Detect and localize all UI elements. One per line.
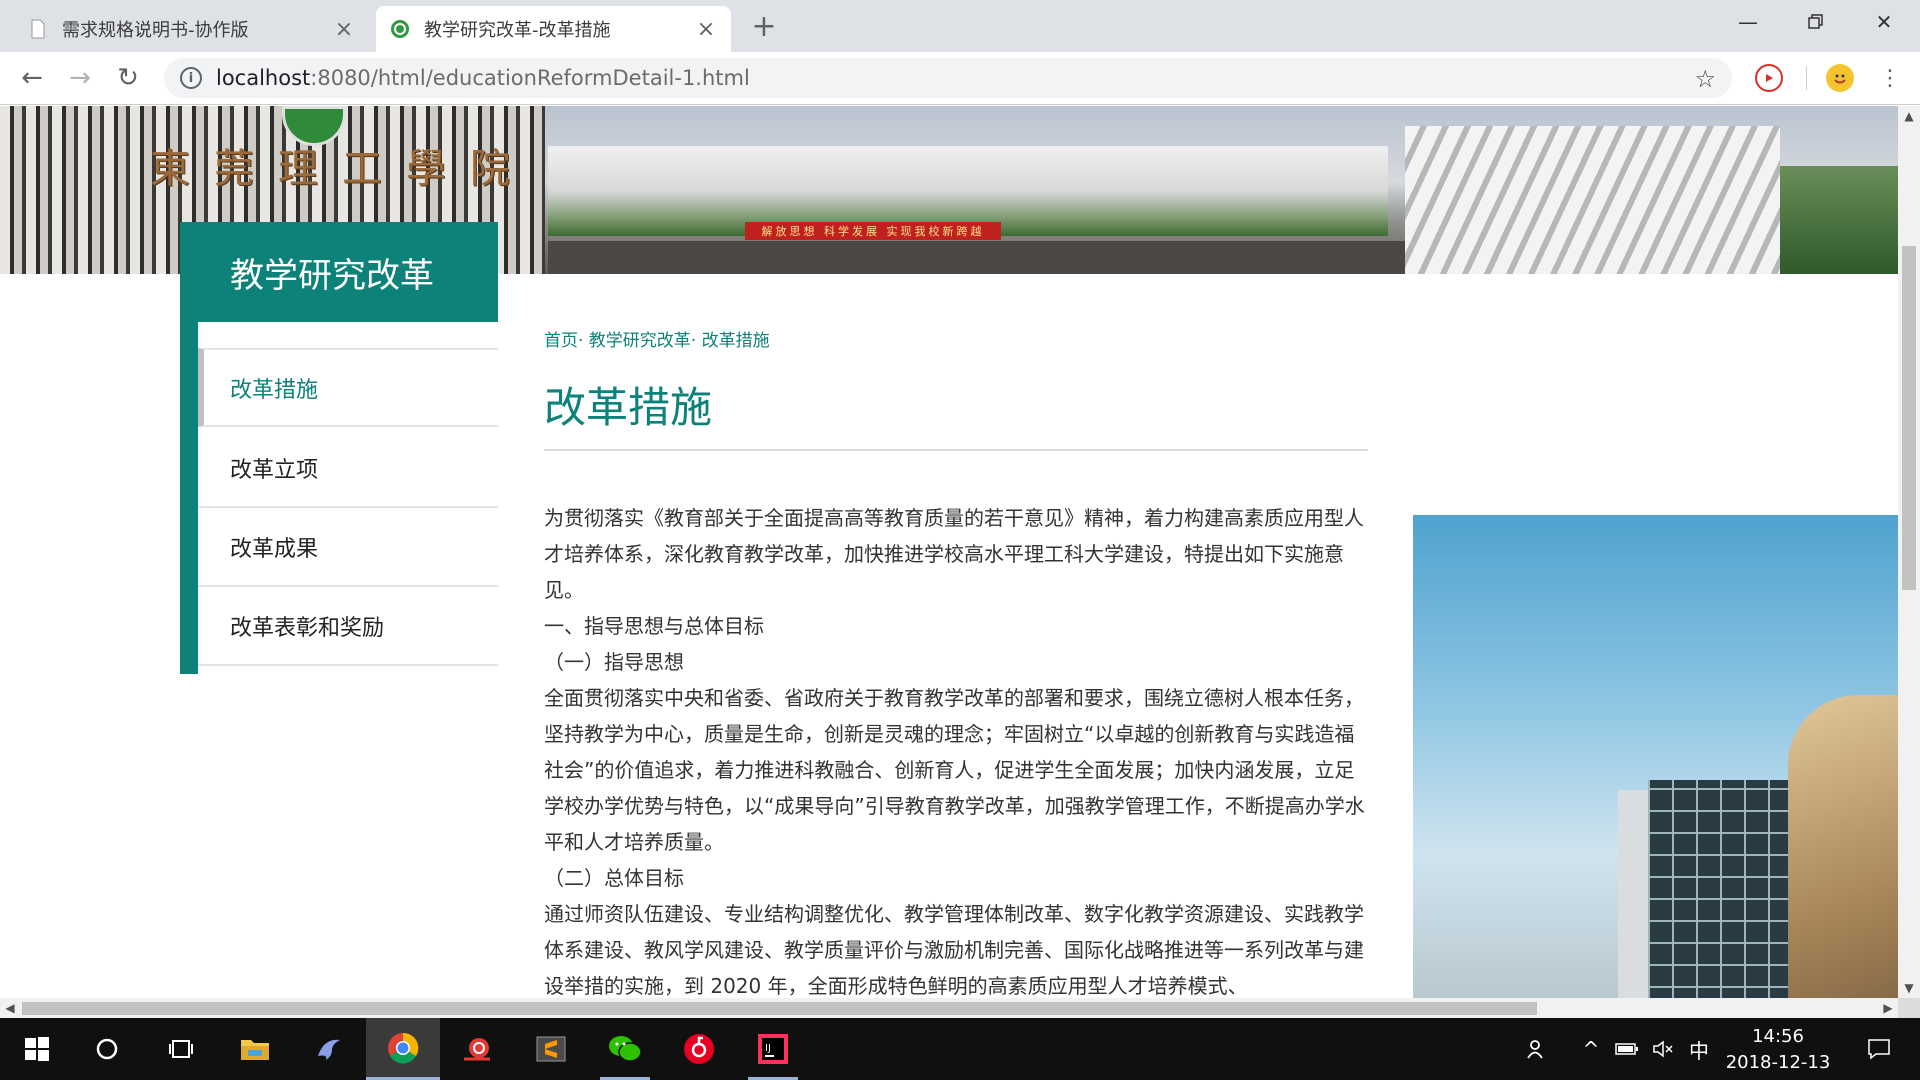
article-paragraph: 为贯彻落实《教育部关于全面提高高等教育质量的若干意见》精神，着力构建高素质应用型… bbox=[544, 506, 1364, 602]
url-host: localhost bbox=[216, 66, 311, 90]
file-explorer-icon bbox=[241, 1040, 269, 1060]
chrome-taskbar-button[interactable] bbox=[366, 1018, 440, 1080]
close-tab-icon[interactable]: × bbox=[333, 17, 355, 42]
title-divider bbox=[544, 449, 1368, 451]
article-subheading: （一）指导思想 bbox=[544, 650, 684, 674]
page-title: 改革措施 bbox=[544, 383, 713, 432]
article-subheading: （二）总体目标 bbox=[544, 866, 684, 890]
cortana-button[interactable] bbox=[70, 1018, 144, 1080]
site-info-icon[interactable]: i bbox=[180, 67, 202, 89]
netease-music-button[interactable] bbox=[662, 1018, 736, 1080]
sidebar-nav: 改革措施 改革立项 改革成果 改革表彰和奖励 bbox=[180, 322, 498, 674]
library-photo bbox=[1413, 515, 1898, 998]
browser-menu-button[interactable]: ⋮ bbox=[1872, 60, 1908, 96]
sidebar-item-reform-measures[interactable]: 改革措施 bbox=[198, 348, 498, 427]
scroll-right-arrow-icon[interactable]: ▶ bbox=[1878, 998, 1898, 1018]
action-center-icon[interactable] bbox=[1856, 1018, 1902, 1080]
svg-text:IJ: IJ bbox=[765, 1043, 771, 1054]
input-method-indicator[interactable]: 中 bbox=[1684, 1018, 1714, 1080]
article-paragraph: 通过师资队伍建设、专业结构调整优化、教学管理体制改革、数字化教学资源建设、实践教… bbox=[544, 902, 1364, 998]
tab-requirements-doc[interactable]: 需求规格说明书-协作版 × bbox=[14, 6, 369, 52]
tab-education-reform[interactable]: 教学研究改革-改革措施 × bbox=[376, 6, 731, 52]
url-text: localhost:8080/html/educationReformDetai… bbox=[216, 66, 750, 90]
banner-slogan: 解放思想 科学发展 实现我校新跨越 bbox=[745, 222, 1001, 240]
task-view-icon bbox=[169, 1040, 193, 1058]
netease-music-icon bbox=[684, 1034, 714, 1064]
document-icon bbox=[31, 19, 45, 39]
clock-date: 2018-12-13 bbox=[1725, 1052, 1831, 1073]
scroll-left-arrow-icon[interactable]: ◀ bbox=[0, 998, 20, 1018]
banner-gate-right bbox=[1405, 126, 1780, 274]
sidebar-item-reform-awards[interactable]: 改革表彰和奖励 bbox=[198, 587, 498, 666]
article-heading: 一、指导思想与总体目标 bbox=[544, 614, 764, 638]
chrome-icon bbox=[388, 1032, 419, 1064]
library-building-side bbox=[1618, 790, 1650, 998]
back-button[interactable]: ← bbox=[14, 60, 50, 96]
system-clock[interactable]: 14:56 2018-12-13 bbox=[1716, 1024, 1840, 1076]
volume-muted-icon[interactable] bbox=[1648, 1018, 1678, 1080]
toolbar-divider bbox=[1806, 66, 1807, 90]
banner-trees bbox=[1780, 166, 1898, 274]
recorder-extension-icon[interactable] bbox=[1755, 64, 1783, 92]
address-bar[interactable]: i localhost:8080/html/educationReformDet… bbox=[164, 58, 1732, 98]
vertical-scrollbar[interactable]: ▲ ▼ bbox=[1898, 106, 1920, 998]
horizontal-scrollbar[interactable]: ◀ ▶ bbox=[0, 998, 1898, 1018]
browser-toolbar: ← → ↻ i localhost:8080/html/educationRef… bbox=[0, 52, 1920, 105]
sublime-icon bbox=[536, 1036, 566, 1062]
tab-title: 需求规格说明书-协作版 bbox=[62, 20, 249, 41]
windows-taskbar: IJ ^ 中 14:56 2018-12-13 bbox=[0, 1018, 1920, 1080]
tab-title: 教学研究改革-改革措施 bbox=[424, 20, 611, 41]
reload-button[interactable]: ↻ bbox=[110, 60, 146, 96]
profile-avatar-icon[interactable] bbox=[1826, 64, 1854, 92]
wechat-icon bbox=[609, 1036, 642, 1062]
restore-icon bbox=[1808, 14, 1823, 29]
sidebar-item-reform-projects[interactable]: 改革立项 bbox=[198, 429, 498, 508]
decorative-rock bbox=[1788, 695, 1898, 998]
battery-icon[interactable] bbox=[1612, 1018, 1642, 1080]
forward-button[interactable]: → bbox=[62, 60, 98, 96]
dolphin-app-icon bbox=[318, 1039, 340, 1060]
new-tab-button[interactable]: + bbox=[748, 9, 780, 44]
close-window-button[interactable]: ✕ bbox=[1850, 0, 1918, 44]
bookmark-star-icon[interactable]: ☆ bbox=[1694, 65, 1716, 93]
minimize-button[interactable]: — bbox=[1714, 0, 1782, 44]
task-view-button[interactable] bbox=[144, 1018, 218, 1080]
horizontal-scroll-thumb[interactable] bbox=[22, 1002, 1537, 1015]
sublime-text-button[interactable] bbox=[514, 1018, 588, 1080]
show-hidden-icons-chevron-icon[interactable]: ^ bbox=[1578, 1018, 1604, 1080]
restore-button[interactable] bbox=[1782, 0, 1850, 44]
wechat-taskbar-button[interactable] bbox=[588, 1018, 662, 1080]
people-icon[interactable] bbox=[1522, 1018, 1552, 1080]
snail-app-icon bbox=[464, 1038, 490, 1061]
file-explorer-button[interactable] bbox=[218, 1018, 292, 1080]
breadcrumb[interactable]: 首页· 教学研究改革· 改革措施 bbox=[544, 326, 770, 351]
scroll-corner bbox=[1898, 998, 1920, 1018]
start-button[interactable] bbox=[0, 1018, 74, 1080]
sidebar-title: 教学研究改革 bbox=[180, 222, 498, 322]
school-logo-icon bbox=[391, 20, 409, 38]
scroll-up-arrow-icon[interactable]: ▲ bbox=[1898, 106, 1920, 126]
page-viewport: 東莞理工學院 解放思想 科学发展 实现我校新跨越 教学研究改革 改革措施 改革立… bbox=[0, 106, 1898, 998]
sidebar-item-reform-results[interactable]: 改革成果 bbox=[198, 508, 498, 587]
snail-app-button[interactable] bbox=[440, 1018, 514, 1080]
tab-strip: 需求规格说明书-协作版 × 教学研究改革-改革措施 × + — ✕ bbox=[0, 0, 1920, 52]
dolphin-app-button[interactable] bbox=[292, 1018, 366, 1080]
article-paragraph: 全面贯彻落实中央和省委、省政府关于教育教学改革的部署和要求，围绕立德树人根本任务… bbox=[544, 686, 1365, 854]
article-body: 为贯彻落实《教育部关于全面提高高等教育质量的若干意见》精神，着力构建高素质应用型… bbox=[544, 500, 1368, 998]
vertical-scroll-thumb[interactable] bbox=[1902, 246, 1916, 590]
url-path: :8080/html/educationReformDetail-1.html bbox=[310, 66, 750, 90]
clock-time: 14:56 bbox=[1752, 1026, 1804, 1047]
intellij-icon: IJ bbox=[758, 1034, 788, 1064]
windows-start-icon bbox=[25, 1037, 49, 1061]
cortana-icon bbox=[96, 1038, 118, 1060]
close-tab-icon[interactable]: × bbox=[695, 17, 717, 42]
intellij-taskbar-button[interactable]: IJ bbox=[736, 1018, 810, 1080]
scroll-down-arrow-icon[interactable]: ▼ bbox=[1898, 978, 1920, 998]
banner-school-sign: 東莞理工學院 bbox=[150, 146, 534, 192]
